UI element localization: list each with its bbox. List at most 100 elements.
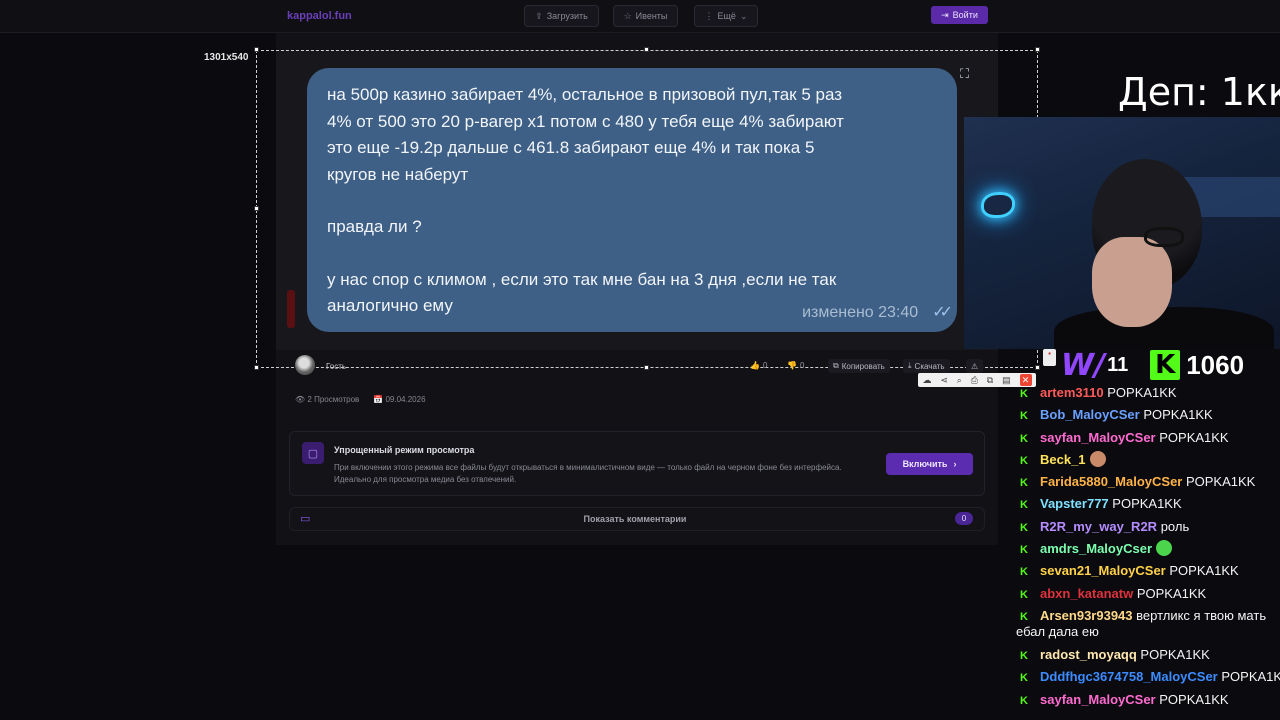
chat-username[interactable]: abxn_katanatw [1040, 586, 1133, 601]
chat-username[interactable]: R2R_my_way_R2R [1040, 519, 1157, 534]
dislike-button[interactable]: 👎 0 [787, 361, 804, 370]
chat-username[interactable]: sevan21_MaloyCSer [1040, 563, 1166, 578]
emote-icon [1089, 450, 1106, 467]
download-icon: ⤓ [908, 361, 912, 370]
comments-count-badge: 0 [955, 512, 973, 525]
post-date: 📅 09.04.2026 [373, 395, 426, 404]
date-label: 09.04.2026 [385, 395, 426, 404]
login-button[interactable]: ⇥ Войти [931, 6, 988, 24]
deposit-overlay-text: Деп: 1кк [1118, 70, 1280, 114]
chat-text: POPKA1KK [1103, 385, 1177, 400]
twitch-icon: W/ [1061, 347, 1106, 383]
chat-message: Kabxn_katanatw POPKA1KK [1016, 583, 1280, 605]
capture-selection[interactable] [256, 50, 1038, 368]
selection-handle[interactable] [1035, 47, 1040, 52]
copy-button[interactable]: ⧉ Копировать [828, 359, 890, 373]
chat-username[interactable]: Dddfhgc3674758_MaloyCSer [1040, 669, 1218, 684]
chat-text: POPKA1KK [1165, 563, 1239, 579]
chat-text: POPKA1KK [1139, 407, 1213, 423]
top-navbar: kappalol.fun ⇪ Загрузить ☆ Ивенты ⋮ Ещё … [0, 0, 1280, 33]
events-label: Ивенты [635, 11, 668, 21]
twitch-viewer-count: 11 [1107, 353, 1129, 376]
copy-icon[interactable]: ⧉ [987, 375, 993, 386]
download-button[interactable]: ⤓ Скачать [903, 359, 950, 373]
webcam-feed [964, 117, 1280, 349]
chat-message: Kartem3110 POPKA1KK [1016, 382, 1280, 404]
selection-handle[interactable] [254, 206, 259, 211]
chat-message: Ksayfan_MaloyCSer POPKA1KK [1016, 427, 1280, 449]
chat-message: Ksayfan_MaloyCSer POPKA1KK [1016, 689, 1280, 711]
dots-icon: ⋮ [704, 10, 714, 21]
share-icon[interactable]: ⋖ [940, 375, 948, 386]
kick-badge-icon: K [1020, 454, 1028, 467]
chat-message: K Farida5880_MaloyCSer POPKA1KK [1016, 471, 1280, 493]
chat-username[interactable]: Bob_MaloyCSer [1040, 407, 1140, 422]
like-button[interactable]: 👍 0 [750, 361, 767, 370]
selection-handle[interactable] [254, 47, 259, 52]
enable-simple-mode-button[interactable]: Включить › [886, 453, 973, 475]
site-logo[interactable]: kappalol.fun [287, 10, 352, 22]
chat-text: POPKA1KK [1155, 691, 1229, 707]
simple-mode-description: При включении этого режима все файлы буд… [334, 463, 842, 484]
kick-badge-icon: K [1020, 566, 1028, 579]
post-meta: 👁 2 Просмотров 📅 09.04.2026 [295, 395, 426, 404]
chevron-right-icon: › [953, 459, 957, 469]
like-count: 0 [762, 361, 768, 370]
more-menu-button[interactable]: ⋮ Ещё ⌄ [694, 5, 758, 27]
chat-text: POPKA1KK [1108, 496, 1182, 512]
enable-label: Включить [902, 459, 948, 469]
save-icon[interactable]: ▤ [1002, 375, 1011, 386]
events-button[interactable]: ☆ Ивенты [613, 5, 678, 27]
login-icon: ⇥ [941, 9, 949, 20]
chat-message: K Vapster777 POPKA1KK [1016, 493, 1280, 515]
chat-message: K Dddfhgc3674758_MaloyCSer POPKA1KK [1016, 666, 1280, 688]
chat-message: K Arsen93r93943 вертликс я твою мать ебал… [1016, 605, 1280, 644]
emote-icon [1156, 540, 1172, 557]
kick-badge-icon: K [1020, 649, 1028, 662]
kick-badge-icon: K [1020, 432, 1028, 445]
chat-username[interactable]: Beck_1 [1040, 452, 1086, 467]
kick-badge-icon: K [1020, 694, 1028, 707]
chat-text: POPKA1KK [1133, 585, 1207, 601]
selection-handle[interactable] [644, 365, 649, 370]
chat-username[interactable]: Arsen93r93943 [1040, 608, 1133, 623]
kick-badge-icon: K [1020, 388, 1028, 400]
chat-username[interactable]: Vapster777 [1040, 496, 1109, 511]
search-icon[interactable]: ⌕ [957, 375, 962, 386]
chat-text: POPKA1KK [1136, 646, 1210, 662]
kick-badge-icon: K [1020, 499, 1028, 512]
avatar[interactable] [295, 355, 315, 375]
download-label: Скачать [914, 361, 945, 371]
chat-username[interactable]: amdrs_MaloyCser [1040, 541, 1152, 556]
kick-badge-icon: K [1020, 544, 1028, 557]
selection-handle[interactable] [644, 47, 649, 52]
report-button[interactable]: ⚠ [966, 359, 984, 373]
print-icon[interactable]: ⎙ [971, 375, 978, 386]
author-name[interactable]: Гость [326, 362, 346, 371]
viewer-counters: W/ 11 K 1060 [1043, 347, 1280, 383]
kick-badge-icon: K [1020, 610, 1028, 623]
chat-username[interactable]: artem3110 [1040, 385, 1104, 400]
chat-username[interactable]: Farida5880_MaloyCSer [1040, 474, 1182, 489]
kick-viewer-count: 1060 [1186, 349, 1245, 380]
chevron-down-icon: ⌄ [739, 10, 748, 21]
kick-badge-icon: K [1020, 477, 1028, 490]
chat-message: K Bob_MaloyCSer POPKA1KK [1016, 404, 1280, 426]
kick-badge-icon: K [1020, 672, 1028, 685]
chat-message: K Beck_1 [1016, 449, 1280, 471]
cloud-upload-icon[interactable]: ☁ [922, 375, 931, 386]
warning-icon: ⚠ [971, 361, 979, 371]
selection-handle[interactable] [1035, 365, 1040, 370]
upload-button[interactable]: ⇪ Загрузить [524, 5, 599, 27]
chat-username[interactable]: sayfan_MaloyCSer [1040, 430, 1156, 445]
login-label: Войти [952, 10, 978, 20]
more-label: Ещё [717, 11, 736, 21]
upload-icon: ⇪ [535, 10, 543, 21]
chat-username[interactable]: radost_moyaqq [1040, 647, 1137, 662]
copy-label: Копировать [841, 361, 885, 371]
screen: kappalol.fun ⇪ Загрузить ☆ Ивенты ⋮ Ещё … [0, 0, 1280, 720]
selection-handle[interactable] [254, 365, 259, 370]
chat-message: K R2R_my_way_R2R роль [1016, 516, 1280, 538]
kick-icon: K [1150, 350, 1181, 380]
chat-username[interactable]: sayfan_MaloyCSer [1040, 692, 1156, 707]
